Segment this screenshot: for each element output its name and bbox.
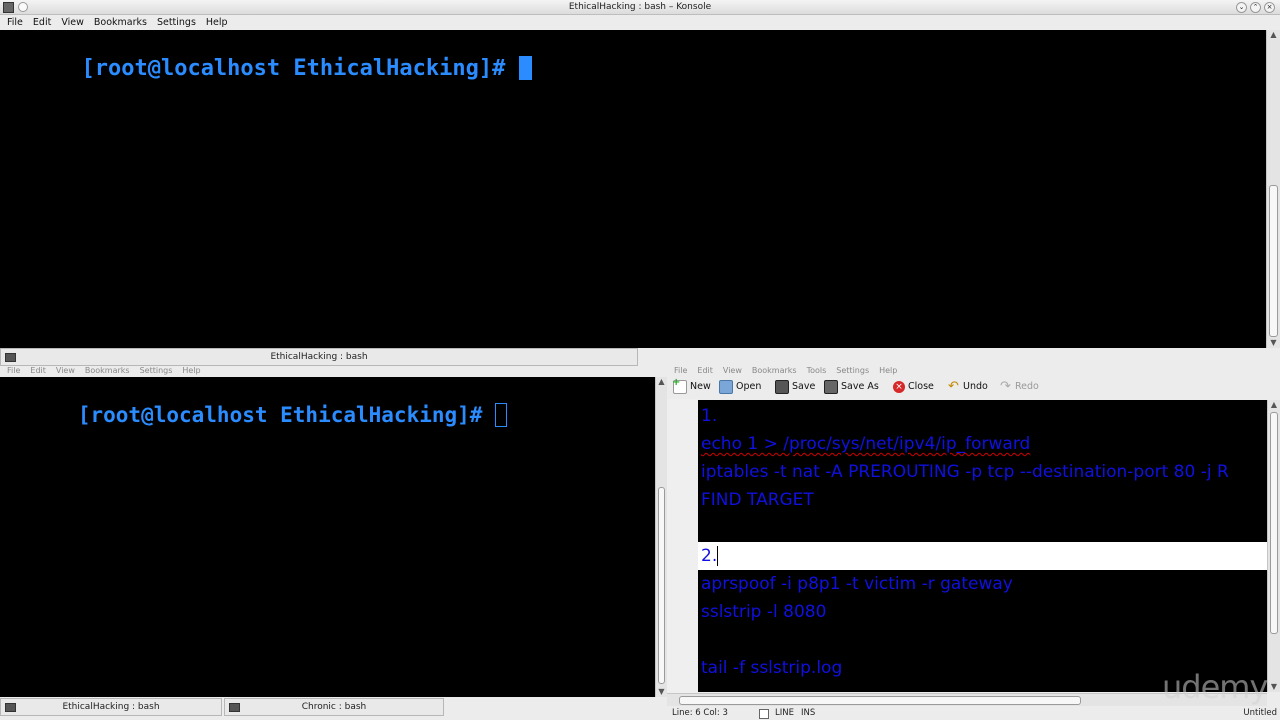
save-as-button[interactable]: Save As bbox=[824, 376, 879, 398]
terminal-icon bbox=[5, 353, 16, 362]
prompt-line: [root@localhost EthicalHacking]# bbox=[2, 31, 532, 106]
scroll-down-icon[interactable]: ▼ bbox=[1268, 682, 1280, 692]
selection-mode[interactable]: LINE bbox=[775, 706, 794, 720]
menu-settings[interactable]: Settings bbox=[154, 17, 199, 28]
save-button[interactable]: Save bbox=[775, 376, 815, 398]
scroll-down-icon[interactable]: ▼ bbox=[1267, 338, 1280, 348]
new-document-icon: + bbox=[672, 378, 687, 394]
prompt-line: [root@localhost EthicalHacking]# bbox=[2, 379, 508, 451]
scroll-thumb[interactable] bbox=[1269, 185, 1278, 337]
current-line: 2. bbox=[698, 542, 1267, 570]
menu-view[interactable]: View bbox=[720, 366, 745, 375]
menu-help[interactable]: Help bbox=[876, 366, 900, 375]
menu-file[interactable]: File bbox=[671, 366, 690, 375]
menu-help[interactable]: Help bbox=[203, 17, 231, 28]
editor-toolbar: + New Open Save Save As × Close ↶ Undo ↷… bbox=[667, 376, 1280, 398]
editor-line: FIND TARGET bbox=[701, 490, 814, 510]
window-titlebar[interactable]: EthicalHacking : bash – Konsole ⌄ ⌃ × bbox=[0, 0, 1280, 15]
terminal-area[interactable]: [root@localhost EthicalHacking]# bbox=[0, 30, 1266, 348]
maximize-icon[interactable]: ⌃ bbox=[1250, 2, 1261, 13]
tab-label: Chronic : bash bbox=[301, 702, 367, 712]
cursor-position: Line: 6 Col: 3 bbox=[672, 708, 728, 718]
text-cursor bbox=[495, 403, 508, 427]
menu-bookmarks[interactable]: Bookmarks bbox=[91, 17, 150, 28]
scroll-thumb[interactable] bbox=[658, 487, 665, 684]
menu-edit[interactable]: Edit bbox=[27, 366, 49, 375]
terminal-icon bbox=[5, 703, 16, 712]
tab-ethicalhacking[interactable]: EthicalHacking : bash bbox=[0, 698, 222, 716]
h-scroll-thumb[interactable] bbox=[679, 696, 1081, 705]
menu-view[interactable]: View bbox=[53, 366, 78, 375]
insert-mode[interactable]: INS bbox=[801, 706, 815, 720]
line-gutter bbox=[667, 399, 698, 693]
menu-bookmarks[interactable]: Bookmarks bbox=[749, 366, 800, 375]
menu-edit[interactable]: Edit bbox=[30, 17, 54, 28]
terminal-area[interactable]: [root@localhost EthicalHacking]# bbox=[0, 377, 655, 697]
text-cursor bbox=[717, 546, 719, 566]
menubar: File Edit View Bookmarks Settings Help bbox=[0, 366, 667, 376]
save-icon bbox=[775, 380, 789, 394]
undo-button[interactable]: ↶ Undo bbox=[948, 376, 988, 398]
editor-statusbar: Line: 6 Col: 3 LINE INS Untitled bbox=[667, 706, 1280, 720]
minimize-icon[interactable]: ⌄ bbox=[1236, 2, 1247, 13]
menu-view[interactable]: View bbox=[58, 17, 87, 28]
editor-line: echo 1 > /proc/sys/net/ipv4/ip_forward bbox=[701, 434, 1031, 454]
close-icon[interactable]: × bbox=[1264, 2, 1275, 13]
scroll-up-icon[interactable]: ▲ bbox=[656, 377, 667, 387]
shell-prompt: [root@localhost EthicalHacking]# bbox=[81, 56, 519, 81]
text-editor-window: File Edit View Bookmarks Tools Settings Help +… bbox=[667, 366, 1280, 720]
tab-label: EthicalHacking : bash bbox=[270, 352, 368, 362]
text-cursor bbox=[518, 56, 532, 80]
window-menu-icon[interactable] bbox=[3, 2, 14, 13]
editor-line: aprspoof -i p8p1 -t victim -r gateway bbox=[701, 574, 1013, 594]
menu-settings[interactable]: Settings bbox=[137, 366, 176, 375]
udemy-watermark: udemy bbox=[1162, 668, 1268, 706]
close-button[interactable]: × Close bbox=[893, 376, 934, 398]
tab-ethicalhacking[interactable]: EthicalHacking : bash bbox=[0, 348, 638, 366]
edit-mode-icon bbox=[759, 709, 769, 719]
editor-vertical-scrollbar[interactable]: ▲ ▼ bbox=[1267, 400, 1280, 692]
editor-line: 1. bbox=[701, 406, 718, 426]
tab-chronic[interactable]: Chronic : bash bbox=[224, 698, 444, 716]
close-circle-icon: × bbox=[893, 381, 905, 393]
menu-file[interactable]: File bbox=[4, 366, 23, 375]
scroll-up-icon[interactable]: ▲ bbox=[1268, 400, 1280, 410]
file-name: Untitled bbox=[1243, 708, 1277, 718]
terminal-scrollbar[interactable]: ▲ ▼ bbox=[655, 377, 667, 697]
scroll-thumb[interactable] bbox=[1270, 412, 1278, 634]
folder-open-icon bbox=[719, 380, 733, 394]
new-button[interactable]: + New bbox=[672, 376, 711, 398]
scroll-up-icon[interactable]: ▲ bbox=[1267, 30, 1280, 40]
shell-prompt: [root@localhost EthicalHacking]# bbox=[77, 403, 496, 427]
bottom-konsole-window: File Edit View Bookmarks Settings Help [root@… bbox=[0, 366, 667, 720]
tab-label: EthicalHacking : bash bbox=[62, 702, 160, 712]
pin-icon[interactable] bbox=[18, 2, 28, 12]
menu-help[interactable]: Help bbox=[179, 366, 203, 375]
scroll-down-icon[interactable]: ▼ bbox=[656, 687, 667, 697]
menubar: File Edit View Bookmarks Tools Settings Help bbox=[667, 366, 1280, 376]
undo-icon: ↶ bbox=[948, 379, 959, 394]
top-konsole-window: EthicalHacking : bash – Konsole ⌄ ⌃ × Fi… bbox=[0, 0, 1280, 366]
menu-tools[interactable]: Tools bbox=[804, 366, 830, 375]
redo-icon: ↷ bbox=[1000, 379, 1011, 394]
menubar: File Edit View Bookmarks Settings Help bbox=[0, 15, 1280, 30]
menu-file[interactable]: File bbox=[4, 17, 26, 28]
menu-settings[interactable]: Settings bbox=[833, 366, 872, 375]
window-title: EthicalHacking : bash – Konsole bbox=[568, 2, 712, 12]
menu-bookmarks[interactable]: Bookmarks bbox=[82, 366, 133, 375]
menu-edit[interactable]: Edit bbox=[694, 366, 716, 375]
terminal-icon bbox=[229, 703, 240, 712]
editor-line: iptables -t nat -A PREROUTING -p tcp --d… bbox=[701, 462, 1229, 482]
redo-button[interactable]: ↷ Redo bbox=[1000, 376, 1039, 398]
editor-text-area[interactable]: 1. echo 1 > /proc/sys/net/ipv4/ip_forwar… bbox=[698, 400, 1267, 692]
open-button[interactable]: Open bbox=[719, 376, 761, 398]
editor-line: sslstrip -l 8080 bbox=[701, 602, 827, 622]
terminal-scrollbar[interactable]: ▲ ▼ bbox=[1266, 30, 1280, 348]
save-as-icon bbox=[824, 380, 838, 394]
